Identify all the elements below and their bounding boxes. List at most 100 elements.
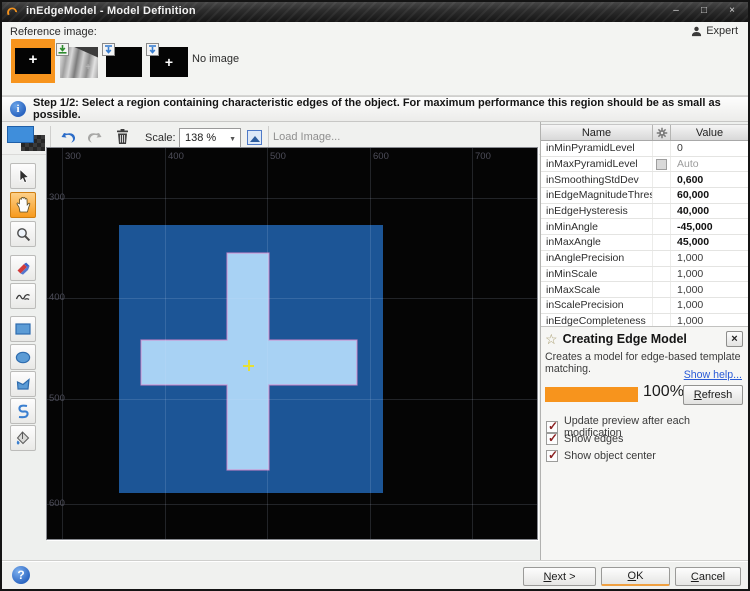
checkbox: ✓ <box>546 450 558 462</box>
param-row[interactable]: inMaxPyramidLevelAuto <box>541 157 748 173</box>
param-row[interactable]: inMinScale1,000 <box>541 267 748 283</box>
minimize-button[interactable]: – <box>664 3 688 19</box>
plus-icon: + <box>165 54 173 70</box>
tool-fill[interactable] <box>10 425 36 451</box>
paint-bucket-icon <box>15 431 31 446</box>
ruler-label-left: 600 <box>49 498 65 509</box>
insert-badge-blue-2 <box>146 43 159 56</box>
gridline <box>370 148 371 539</box>
param-row[interactable]: inMinPyramidLevel0 <box>541 141 748 157</box>
creating-edge-model-panel: ☆ Creating Edge Model × Creates a model … <box>541 326 748 560</box>
ruler-label-left: 500 <box>49 393 65 404</box>
parameters-table-header: Name Value <box>541 124 748 141</box>
panel-title: Creating Edge Model <box>563 332 687 346</box>
tool-select[interactable] <box>10 163 36 189</box>
tool-freehand-line[interactable] <box>10 283 36 309</box>
refresh-button[interactable]: Refresh <box>683 385 743 405</box>
option-show-object-center[interactable]: ✓ Show object center <box>546 450 656 462</box>
checkmark-icon: ✓ <box>548 448 558 462</box>
param-row[interactable]: inMaxAngle45,000 <box>541 235 748 251</box>
freeshape-icon <box>16 404 30 419</box>
ok-button[interactable]: OK <box>601 567 670 586</box>
progress-bar <box>545 387 638 402</box>
tool-eraser[interactable] <box>10 255 36 281</box>
dialog-footer: ? Next > OK Cancel <box>2 560 748 589</box>
help-button[interactable]: ? <box>12 566 30 584</box>
tool-ellipse-region[interactable] <box>10 344 36 370</box>
object-center-marker <box>243 360 254 371</box>
info-icon: i <box>10 101 26 117</box>
undo-button[interactable] <box>58 127 78 147</box>
import-badge-green <box>56 43 69 56</box>
thumbnail-add-selected[interactable]: + <box>11 39 55 83</box>
rectangle-icon <box>15 323 31 335</box>
param-row[interactable]: inSmoothingStdDev0,600 <box>541 172 748 188</box>
filter-star-icon: ☆ <box>545 332 558 346</box>
redo-icon <box>86 130 103 145</box>
maximize-button[interactable]: □ <box>692 3 716 19</box>
crosshair-icon: + <box>85 62 91 73</box>
scale-combobox[interactable]: 138 % ▼ <box>179 128 241 148</box>
gridline <box>47 504 537 505</box>
gridline <box>62 148 63 539</box>
magnifier-icon <box>16 227 31 242</box>
tool-polygon-region[interactable] <box>10 371 36 397</box>
cursor-arrow-icon <box>17 169 30 184</box>
ruler-label-left: 400 <box>49 292 65 303</box>
reference-image-label: Reference image: <box>10 26 97 38</box>
expert-badge[interactable]: Expert <box>691 25 738 37</box>
squiggle-icon <box>15 290 31 302</box>
reference-image-section: Reference image: Expert + + + No image <box>2 22 748 96</box>
option-show-edges[interactable]: ✓ Show edges <box>546 433 623 445</box>
column-header-name[interactable]: Name <box>541 125 653 140</box>
ruler-label-top: 400 <box>168 151 184 162</box>
region-rectangle-icon <box>7 126 34 143</box>
param-row[interactable]: inMaxScale1,000 <box>541 282 748 298</box>
gridline <box>47 198 537 199</box>
insert-badge-blue-1 <box>102 43 115 56</box>
trash-icon <box>116 129 129 145</box>
column-header-value[interactable]: Value <box>671 125 748 140</box>
redo-button[interactable] <box>84 127 104 147</box>
eraser-icon <box>16 262 31 275</box>
close-button[interactable]: × <box>720 3 744 19</box>
param-row[interactable]: inAnglePrecision1,000 <box>541 251 748 267</box>
ellipse-icon <box>15 351 31 364</box>
param-row[interactable]: inEdgeHysteresis40,000 <box>541 204 748 220</box>
region-shape-indicator <box>7 126 45 151</box>
tool-freeshape-region[interactable] <box>10 398 36 424</box>
cancel-button[interactable]: Cancel <box>675 567 741 586</box>
tool-zoom[interactable] <box>10 221 36 247</box>
gridline <box>47 399 537 400</box>
undo-icon <box>60 130 77 145</box>
polygon-icon <box>16 378 31 391</box>
plus-icon: + <box>15 48 51 74</box>
tool-pan[interactable] <box>10 192 36 218</box>
image-canvas[interactable]: 300 400 500 600 700 300 400 500 600 <box>46 147 538 540</box>
fit-view-button[interactable] <box>247 130 262 145</box>
app-icon <box>6 5 19 18</box>
auto-checkbox[interactable] <box>656 159 667 170</box>
gridline <box>165 148 166 539</box>
gear-icon[interactable] <box>653 125 671 140</box>
edge-model-cross <box>47 148 538 540</box>
ruler-label-left: 300 <box>49 192 65 203</box>
gridline <box>267 148 268 539</box>
delete-region-button[interactable] <box>112 127 132 147</box>
load-image-button[interactable]: Load Image... <box>273 131 340 143</box>
param-row[interactable]: inEdgeMagnitudeThreshold60,000 <box>541 188 748 204</box>
tool-rectangle-region[interactable] <box>10 316 36 342</box>
next-button[interactable]: Next > <box>523 567 596 586</box>
param-row[interactable]: inScalePrecision1,000 <box>541 298 748 314</box>
scale-value: 138 % <box>185 132 216 144</box>
param-row[interactable]: inMinAngle-45,000 <box>541 219 748 235</box>
ruler-label-top: 700 <box>475 151 491 162</box>
panel-close-button[interactable]: × <box>726 331 743 347</box>
parameters-table: Name Value inMinPyramidLevel0 inMaxPyram… <box>541 124 748 329</box>
checkbox: ✓ <box>546 433 558 445</box>
expert-label: Expert <box>706 25 738 37</box>
show-help-link[interactable]: Show help... <box>684 369 742 381</box>
step-text: Step 1/2: Select a region containing cha… <box>33 97 748 121</box>
gridline <box>47 298 537 299</box>
scale-label: Scale: <box>145 132 176 144</box>
